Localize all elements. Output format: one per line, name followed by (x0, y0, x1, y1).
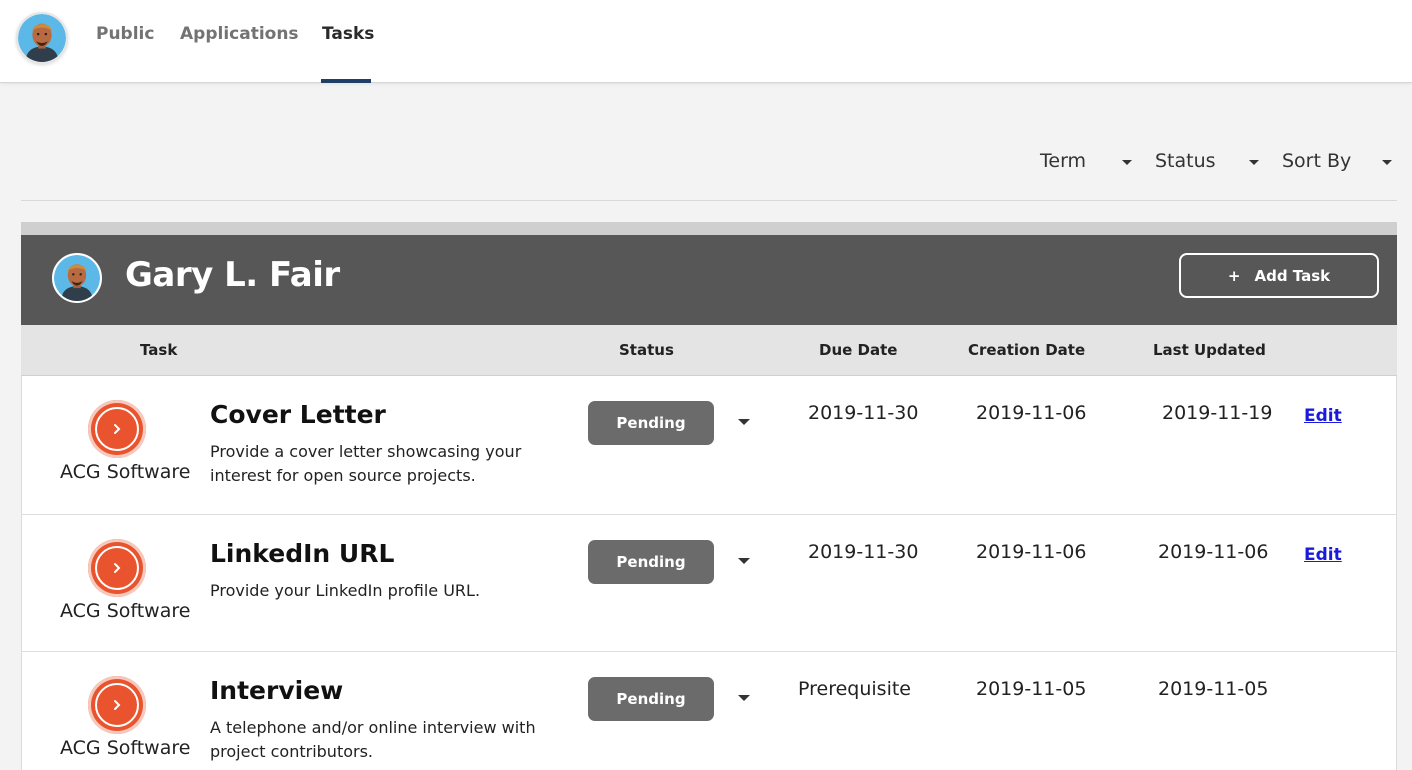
table-header: Task Status Due Date Creation Date Last … (21, 325, 1397, 376)
last-updated: 2019-11-19 (1162, 402, 1273, 424)
chevron-down-icon[interactable] (1122, 160, 1132, 165)
last-updated: 2019-11-05 (1158, 678, 1269, 700)
task-title: LinkedIn URL (210, 539, 395, 568)
task-title: Interview (210, 676, 344, 705)
chevron-right-icon (95, 546, 139, 590)
organization-name: ACG Software (60, 737, 191, 759)
plus-icon: + (1227, 266, 1241, 285)
due-date: 2019-11-30 (808, 402, 919, 424)
edit-link[interactable]: Edit (1304, 545, 1342, 565)
status-button[interactable]: Pending (588, 540, 714, 584)
chevron-down-icon[interactable] (1382, 160, 1392, 165)
chevron-right-icon (95, 683, 139, 727)
user-card-header: Gary L. Fair + Add Task (21, 235, 1397, 325)
active-tab-indicator (321, 79, 371, 83)
add-task-label: Add Task (1254, 266, 1331, 285)
edit-link[interactable]: Edit (1304, 406, 1342, 426)
task-title: Cover Letter (210, 400, 386, 429)
tab-tasks[interactable]: Tasks (322, 24, 374, 44)
top-navigation-bar: Public Applications Tasks (0, 0, 1412, 83)
task-description: A telephone and/or online interview with… (210, 718, 536, 761)
due-date: 2019-11-30 (808, 541, 919, 563)
task-list: ACG Software Cover Letter Provide a cove… (21, 376, 1397, 770)
column-header-task: Task (140, 341, 178, 359)
open-task-button[interactable] (88, 539, 146, 597)
column-header-last-updated: Last Updated (1153, 341, 1266, 359)
task-description: Provide a cover letter showcasing your i… (210, 442, 522, 485)
table-row: ACG Software Interview A telephone and/o… (22, 652, 1396, 770)
column-header-status: Status (619, 341, 674, 359)
creation-date: 2019-11-06 (976, 541, 1087, 563)
divider (21, 200, 1397, 201)
last-updated: 2019-11-06 (1158, 541, 1269, 563)
column-header-due-date: Due Date (819, 341, 898, 359)
chevron-right-icon (95, 407, 139, 451)
user-avatar (52, 253, 102, 303)
creation-date: 2019-11-06 (976, 402, 1087, 424)
sort-by-dropdown[interactable]: Sort By (1282, 150, 1351, 172)
status-button[interactable]: Pending (588, 677, 714, 721)
term-filter-dropdown[interactable]: Term (1040, 150, 1086, 172)
chevron-down-icon[interactable] (738, 695, 750, 701)
task-description: Provide your LinkedIn profile URL. (210, 581, 481, 600)
card-top-strip (21, 222, 1397, 235)
status-filter-dropdown[interactable]: Status (1155, 150, 1216, 172)
creation-date: 2019-11-05 (976, 678, 1087, 700)
tab-public[interactable]: Public (96, 24, 154, 44)
open-task-button[interactable] (88, 400, 146, 458)
table-row: ACG Software Cover Letter Provide a cove… (22, 376, 1396, 515)
add-task-button[interactable]: + Add Task (1179, 253, 1379, 298)
user-avatar[interactable] (16, 12, 68, 64)
column-header-creation-date: Creation Date (968, 341, 1086, 359)
organization-name: ACG Software (60, 461, 191, 483)
chevron-down-icon[interactable] (738, 558, 750, 564)
organization-name: ACG Software (60, 600, 191, 622)
due-date: Prerequisite (798, 678, 911, 700)
user-name: Gary L. Fair (125, 255, 340, 295)
chevron-down-icon[interactable] (1249, 160, 1259, 165)
tab-applications[interactable]: Applications (180, 24, 299, 44)
chevron-down-icon[interactable] (738, 419, 750, 425)
table-row: ACG Software LinkedIn URL Provide your L… (22, 515, 1396, 652)
open-task-button[interactable] (88, 676, 146, 734)
status-button[interactable]: Pending (588, 401, 714, 445)
